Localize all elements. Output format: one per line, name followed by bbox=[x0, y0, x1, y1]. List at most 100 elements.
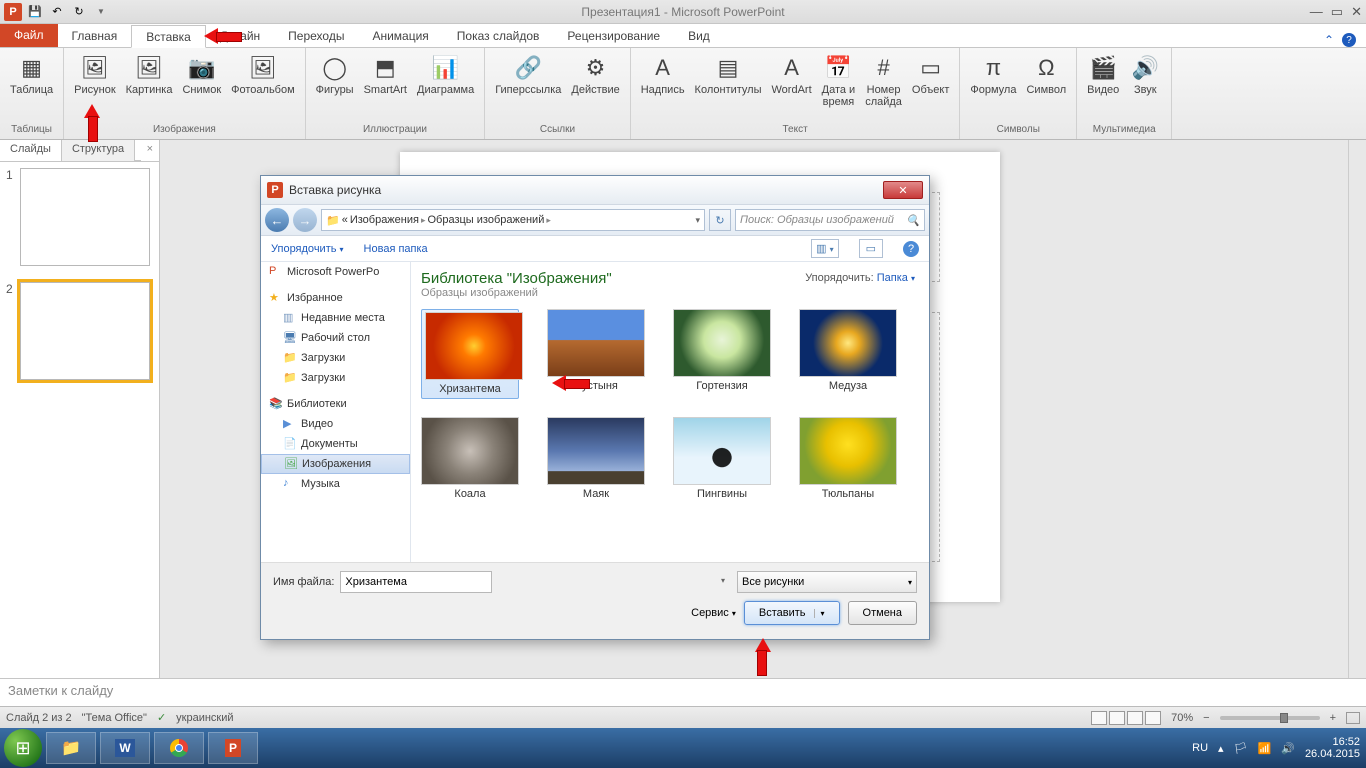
minimize-icon[interactable]: ― bbox=[1310, 4, 1323, 20]
favorites-node[interactable]: ★Избранное bbox=[261, 288, 410, 308]
tab-главная[interactable]: Главная bbox=[58, 24, 132, 47]
dialog-help-icon[interactable]: ? bbox=[903, 241, 919, 257]
panel-tab-slides[interactable]: Слайды bbox=[0, 140, 62, 161]
insert-button[interactable]: Вставить▾ bbox=[744, 601, 840, 625]
filename-dropdown-icon[interactable]: ▾ bbox=[721, 576, 725, 585]
file-koala[interactable]: Коала bbox=[421, 417, 519, 500]
start-button[interactable]: ⊞ bbox=[4, 729, 42, 767]
chart-btn[interactable]: 📊Диаграмма bbox=[413, 50, 478, 98]
zoom-in-icon[interactable]: + bbox=[1330, 712, 1336, 724]
dialog-close-button[interactable]: ✕ bbox=[883, 181, 923, 199]
slidenumber-btn[interactable]: #Номер слайда bbox=[861, 50, 906, 110]
restore-icon[interactable]: ▭ bbox=[1331, 4, 1343, 20]
file-chrysanthemum[interactable]: Хризантема bbox=[421, 309, 519, 399]
tab-показ слайдов[interactable]: Показ слайдов bbox=[443, 24, 554, 47]
wordart-btn[interactable]: AWordArt bbox=[768, 50, 816, 98]
symbol-btn[interactable]: ΩСимвол bbox=[1022, 50, 1070, 98]
crumb-segment[interactable]: Изображения bbox=[350, 214, 419, 226]
dialog-titlebar[interactable]: P Вставка рисунка ✕ bbox=[261, 176, 929, 204]
powerpoint-node[interactable]: PMicrosoft PowerPo bbox=[261, 262, 410, 282]
screenshot-btn[interactable]: 📷Снимок bbox=[178, 50, 225, 98]
breadcrumb[interactable]: 📁 « Изображения ▸ Образцы изображений ▸ … bbox=[321, 209, 705, 231]
taskbar-word[interactable]: W bbox=[100, 732, 150, 764]
slide-thumbnail[interactable] bbox=[20, 282, 150, 380]
file-filter-select[interactable]: Все рисунки ▾ bbox=[737, 571, 917, 593]
video-btn[interactable]: 🎬Видео bbox=[1083, 50, 1123, 98]
slide-thumbnail[interactable] bbox=[20, 168, 150, 266]
music-node[interactable]: ♪Музыка bbox=[261, 474, 410, 494]
recent-node[interactable]: ▥Недавние места bbox=[261, 308, 410, 328]
audio-btn[interactable]: 🔊Звук bbox=[1125, 50, 1165, 98]
cancel-button[interactable]: Отмена bbox=[848, 601, 917, 625]
taskbar-powerpoint[interactable]: P bbox=[208, 732, 258, 764]
sorter-view-icon[interactable] bbox=[1109, 711, 1125, 725]
equation-btn[interactable]: πФормула bbox=[966, 50, 1020, 98]
desktop-node[interactable]: 🖥Рабочий стол bbox=[261, 328, 410, 348]
tray-time[interactable]: 16:52 bbox=[1305, 736, 1360, 748]
photoalbum-btn[interactable]: 🖼Фотоальбом bbox=[227, 50, 299, 98]
file-jellyfish[interactable]: Медуза bbox=[799, 309, 897, 399]
vertical-scrollbar[interactable] bbox=[1348, 140, 1366, 678]
status-language[interactable]: украинский bbox=[176, 712, 233, 724]
downloads1-node[interactable]: 📁Загрузки bbox=[261, 348, 410, 368]
library-sort[interactable]: Упорядочить: Папка ▾ bbox=[805, 272, 915, 284]
documents-node[interactable]: 📄Документы bbox=[261, 434, 410, 454]
zoom-slider[interactable] bbox=[1220, 716, 1320, 720]
tab-file[interactable]: Файл bbox=[0, 23, 58, 47]
preview-pane-button[interactable]: ▭ bbox=[859, 239, 883, 258]
save-icon[interactable]: 💾 bbox=[26, 3, 44, 21]
textbox-btn[interactable]: AНадпись bbox=[637, 50, 689, 98]
organize-button[interactable]: Упорядочить ▾ bbox=[271, 243, 344, 255]
tab-анимация[interactable]: Анимация bbox=[358, 24, 442, 47]
undo-icon[interactable]: ↶ bbox=[48, 3, 66, 21]
spellcheck-icon[interactable]: ✓ bbox=[157, 711, 166, 724]
tray-lang[interactable]: RU bbox=[1192, 742, 1208, 754]
datetime-btn[interactable]: 📅Дата и время bbox=[818, 50, 860, 110]
file-penguins[interactable]: Пингвины bbox=[673, 417, 771, 500]
slideshow-view-icon[interactable] bbox=[1145, 711, 1161, 725]
images-node[interactable]: 🖼Изображения bbox=[261, 454, 410, 474]
picture-btn[interactable]: 🖼Рисунок bbox=[70, 50, 120, 98]
tray-volume-icon[interactable]: 🔊 bbox=[1281, 742, 1295, 755]
tab-переходы[interactable]: Переходы bbox=[274, 24, 358, 47]
tray-flag-icon[interactable]: 🏳 bbox=[1234, 742, 1248, 755]
shapes-btn[interactable]: ◯Фигуры bbox=[312, 50, 358, 98]
search-input[interactable]: Поиск: Образцы изображений 🔍 bbox=[735, 209, 925, 231]
refresh-icon[interactable]: ↻ bbox=[709, 209, 731, 231]
filename-input[interactable] bbox=[340, 571, 492, 593]
tools-button[interactable]: Сервис ▾ bbox=[691, 607, 736, 619]
hyperlink-btn[interactable]: 🔗Гиперссылка bbox=[491, 50, 565, 98]
close-icon[interactable]: ✕ bbox=[1351, 4, 1362, 20]
fit-window-icon[interactable] bbox=[1346, 712, 1360, 724]
tab-рецензирование[interactable]: Рецензирование bbox=[553, 24, 674, 47]
tray-date[interactable]: 26.04.2015 bbox=[1305, 748, 1360, 760]
crumb-segment[interactable]: Образцы изображений bbox=[428, 214, 545, 226]
zoom-value[interactable]: 70% bbox=[1171, 712, 1193, 724]
normal-view-icon[interactable] bbox=[1091, 711, 1107, 725]
headerfooter-btn[interactable]: ▤Колонтитулы bbox=[691, 50, 766, 98]
reading-view-icon[interactable] bbox=[1127, 711, 1143, 725]
file-hydrangeas[interactable]: Гортензия bbox=[673, 309, 771, 399]
file-lighthouse[interactable]: Маяк bbox=[547, 417, 645, 500]
downloads2-node[interactable]: 📁Загрузки bbox=[261, 368, 410, 388]
zoom-out-icon[interactable]: − bbox=[1203, 712, 1209, 724]
tray-show-hidden-icon[interactable]: ▴ bbox=[1218, 742, 1224, 755]
minimize-ribbon-icon[interactable]: ⌃ bbox=[1324, 33, 1334, 47]
tab-вставка[interactable]: Вставка bbox=[131, 25, 206, 48]
help-icon[interactable]: ? bbox=[1342, 33, 1356, 47]
nav-back-button[interactable]: ← bbox=[265, 208, 289, 232]
new-folder-button[interactable]: Новая папка bbox=[364, 243, 428, 255]
object-btn[interactable]: ▭Объект bbox=[908, 50, 953, 98]
tab-вид[interactable]: Вид bbox=[674, 24, 724, 47]
crumb-segment[interactable]: « bbox=[342, 214, 348, 226]
table-btn[interactable]: ▦Таблица bbox=[6, 50, 57, 98]
taskbar-explorer[interactable]: 📁 bbox=[46, 732, 96, 764]
qat-customize-icon[interactable]: ▼ bbox=[92, 3, 110, 21]
view-mode-button[interactable]: ▥ ▾ bbox=[811, 239, 838, 258]
tray-network-icon[interactable]: 📶 bbox=[1258, 742, 1272, 755]
action-btn[interactable]: ⚙Действие bbox=[567, 50, 623, 98]
smartart-btn[interactable]: ⬒SmartArt bbox=[360, 50, 411, 98]
clipart-btn[interactable]: 🖼Картинка bbox=[122, 50, 177, 98]
panel-close-icon[interactable]: × bbox=[141, 140, 159, 161]
taskbar-chrome[interactable] bbox=[154, 732, 204, 764]
